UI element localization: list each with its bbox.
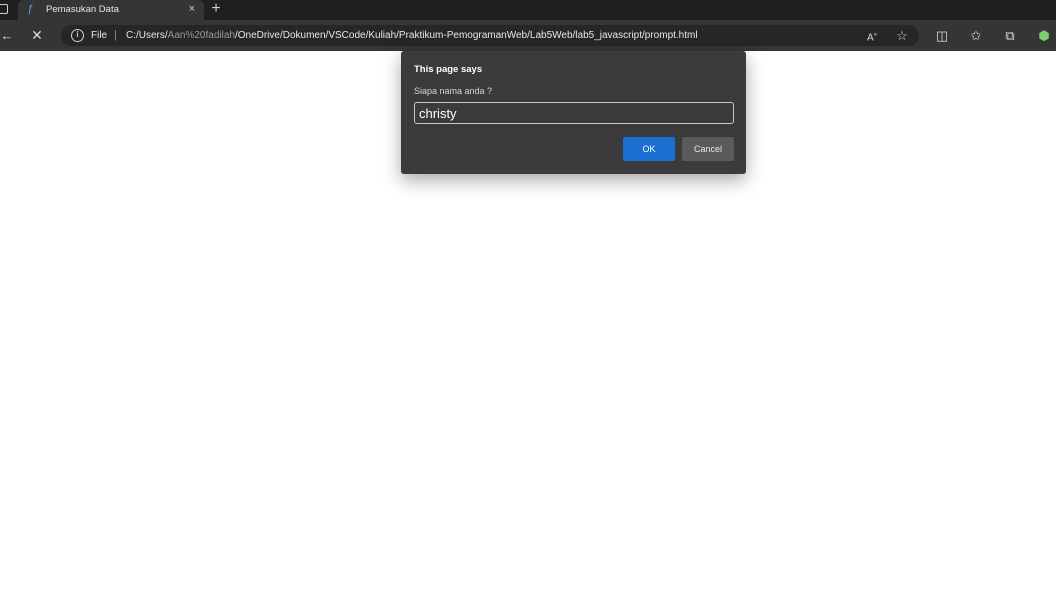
url-text[interactable]: C:/Users/Aan%20fadilah/OneDrive/Dokumen/…: [126, 29, 698, 42]
url-prefix: C:/Users/: [126, 30, 168, 41]
vscode-favicon-icon: ƒ: [27, 3, 34, 15]
dialog-message: Siapa nama anda ?: [414, 86, 493, 96]
address-bar[interactable]: i File | C:/Users/Aan%20fadilah/OneDrive…: [61, 25, 919, 46]
new-tab-button[interactable]: +: [208, 0, 224, 18]
stop-loading-button[interactable]: ✕: [28, 26, 46, 45]
url-scheme-label: File: [91, 30, 108, 41]
cancel-button[interactable]: Cancel: [682, 137, 734, 161]
tab-strip: ƒ Pemasukan Data × +: [0, 0, 1056, 20]
favorite-star-icon[interactable]: ☆: [892, 26, 912, 45]
url-rest: /OneDrive/Dokumen/VSCode/Kuliah/Praktiku…: [234, 30, 698, 41]
split-screen-icon[interactable]: ◫: [932, 26, 952, 45]
back-button[interactable]: ←: [0, 26, 14, 45]
tab-close-icon[interactable]: ×: [189, 3, 195, 16]
window-menu-icon[interactable]: [0, 4, 8, 14]
site-info-icon[interactable]: i: [71, 29, 84, 42]
read-aloud-icon[interactable]: A»: [862, 26, 882, 45]
browser-toolbar: ← ✕ i File | C:/Users/Aan%20fadilah/OneD…: [0, 20, 1056, 51]
tab-title: Pemasukan Data: [46, 4, 119, 15]
collections-icon[interactable]: ⧉: [1000, 26, 1020, 45]
prompt-input[interactable]: [414, 102, 734, 124]
ok-button[interactable]: OK: [623, 137, 675, 161]
favorites-list-icon[interactable]: ✩: [966, 26, 986, 45]
browser-tab[interactable]: ƒ Pemasukan Data ×: [18, 0, 204, 20]
dialog-title: This page says: [414, 64, 483, 75]
url-user: Aan%20fadilah: [167, 30, 235, 41]
prompt-dialog: This page says Siapa nama anda ? OK Canc…: [401, 51, 746, 174]
extensions-icon[interactable]: ⬢: [1034, 26, 1054, 45]
url-separator: |: [114, 29, 117, 41]
